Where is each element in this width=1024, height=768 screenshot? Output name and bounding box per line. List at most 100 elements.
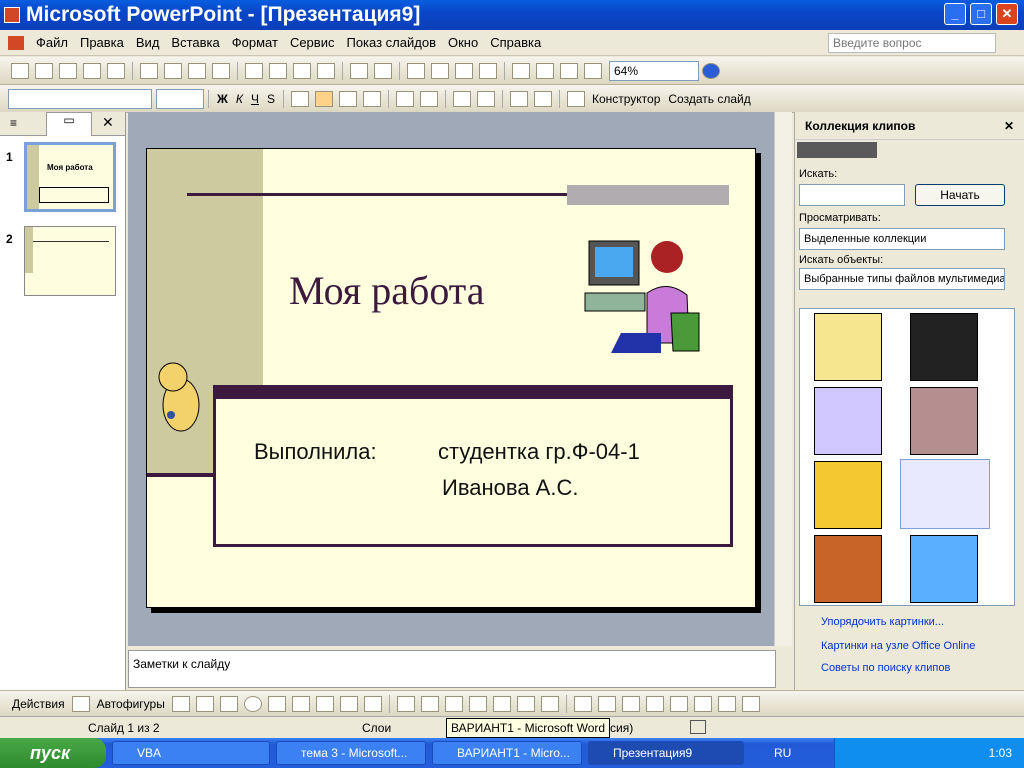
spelling-status-icon[interactable] bbox=[690, 720, 706, 734]
clipart-icon[interactable] bbox=[339, 695, 358, 712]
research-icon[interactable] bbox=[212, 62, 230, 79]
rectangle-icon[interactable] bbox=[219, 695, 238, 712]
rotate-icon[interactable] bbox=[669, 695, 688, 712]
bold-button[interactable]: Ж bbox=[217, 92, 228, 106]
crop-icon[interactable] bbox=[645, 695, 664, 712]
slides-tab-icon[interactable]: ▭ bbox=[46, 112, 92, 136]
office-online-link[interactable]: Картинки на узле Office Online bbox=[821, 640, 975, 652]
shrink-font-icon[interactable] bbox=[476, 90, 495, 107]
font-select[interactable] bbox=[8, 88, 152, 109]
oval-icon[interactable] bbox=[243, 695, 262, 712]
select-objects-icon[interactable] bbox=[71, 695, 90, 712]
designer-button[interactable]: Конструктор bbox=[592, 92, 660, 106]
taskbar-item-word2[interactable]: ВАРИАНТ1 - Micro... bbox=[432, 741, 582, 765]
preview-icon[interactable] bbox=[164, 62, 182, 79]
align-left-icon[interactable] bbox=[290, 90, 309, 107]
shadow-button[interactable]: S bbox=[267, 92, 275, 106]
menu-insert[interactable]: Вставка bbox=[171, 35, 219, 50]
hyperlink-icon[interactable] bbox=[479, 62, 497, 79]
shadow-icon[interactable] bbox=[540, 695, 559, 712]
clip-caduceus[interactable] bbox=[814, 387, 882, 455]
autoshapes-menu[interactable]: Автофигуры bbox=[97, 697, 165, 711]
menu-view[interactable]: Вид bbox=[136, 35, 160, 50]
numbering-icon[interactable] bbox=[395, 90, 414, 107]
email-icon[interactable] bbox=[107, 62, 125, 79]
save-icon[interactable] bbox=[59, 62, 77, 79]
close-icon[interactable]: ✕ bbox=[1004, 119, 1014, 133]
taskbar-item-word1[interactable]: тема 3 - Microsoft... bbox=[276, 741, 426, 765]
menu-format[interactable]: Формат bbox=[232, 35, 278, 50]
clip-idea[interactable] bbox=[910, 535, 978, 603]
ask-question-input[interactable]: Введите вопрос bbox=[828, 33, 996, 53]
fill-color-icon[interactable] bbox=[396, 695, 415, 712]
new-icon[interactable] bbox=[11, 62, 29, 79]
format-picture-icon[interactable] bbox=[717, 695, 736, 712]
subtitle-box[interactable]: Выполнила: студентка гр.Ф-04-1 Иванова А… bbox=[213, 385, 733, 547]
contrast-icon[interactable] bbox=[597, 695, 616, 712]
new-slide-button[interactable]: Создать слайд bbox=[668, 92, 750, 106]
line-style-icon[interactable] bbox=[468, 695, 487, 712]
menu-edit[interactable]: Правка bbox=[80, 35, 124, 50]
menu-help[interactable]: Справка bbox=[490, 35, 541, 50]
show-formatting-icon[interactable] bbox=[536, 62, 554, 79]
open-icon[interactable] bbox=[35, 62, 53, 79]
align-center-icon[interactable] bbox=[314, 90, 333, 107]
line-icon[interactable] bbox=[171, 695, 190, 712]
reset-picture-icon[interactable] bbox=[741, 695, 760, 712]
clip-business-woman[interactable] bbox=[910, 387, 978, 455]
increase-indent-icon[interactable] bbox=[533, 90, 552, 107]
dog-clipart[interactable] bbox=[147, 355, 211, 439]
expand-all-icon[interactable] bbox=[512, 62, 530, 79]
undo-icon[interactable] bbox=[350, 62, 368, 79]
slide-canvas[interactable]: Моя работа Выполнила: студентка гр.Ф-04-… bbox=[146, 148, 756, 608]
format-painter-icon[interactable] bbox=[317, 62, 335, 79]
font-size-select[interactable] bbox=[156, 88, 204, 109]
decrease-indent-icon[interactable] bbox=[509, 90, 528, 107]
align-right-icon[interactable] bbox=[338, 90, 357, 107]
help-icon[interactable] bbox=[702, 62, 720, 79]
objects-select[interactable]: Выбранные типы файлов мультимедиа bbox=[799, 268, 1005, 290]
line-spacing-icon[interactable] bbox=[362, 90, 381, 107]
bullets-icon[interactable] bbox=[419, 90, 438, 107]
copy-icon[interactable] bbox=[269, 62, 287, 79]
font-color-draw-icon[interactable] bbox=[444, 695, 463, 712]
close-button[interactable]: ✕ bbox=[996, 3, 1018, 25]
wordart-icon[interactable] bbox=[291, 695, 310, 712]
grid-icon[interactable] bbox=[560, 62, 578, 79]
slide-thumbnail[interactable] bbox=[24, 226, 116, 296]
nav-buttons[interactable] bbox=[797, 142, 877, 158]
arrow-icon[interactable] bbox=[195, 695, 214, 712]
slide-scrollbar[interactable] bbox=[774, 112, 792, 646]
taskbar-item-vba[interactable]: VBA bbox=[112, 741, 270, 765]
start-button[interactable]: пуск bbox=[0, 738, 106, 768]
picture-icon[interactable] bbox=[363, 695, 382, 712]
grow-font-icon[interactable] bbox=[452, 90, 471, 107]
organize-clips-link[interactable]: Упорядочить картинки... bbox=[821, 616, 944, 628]
brightness-icon[interactable] bbox=[621, 695, 640, 712]
menu-window[interactable]: Окно bbox=[448, 35, 478, 50]
picture-toolbar-icon[interactable] bbox=[573, 695, 592, 712]
underline-button[interactable]: Ч bbox=[251, 92, 259, 106]
clip-forklift[interactable] bbox=[814, 461, 882, 529]
browse-select[interactable]: Выделенные коллекции bbox=[799, 228, 1005, 250]
menu-tools[interactable]: Сервис bbox=[290, 35, 335, 50]
notes-pane[interactable]: Заметки к слайду bbox=[128, 650, 776, 688]
maximize-button[interactable]: □ bbox=[970, 3, 992, 25]
tables-borders-icon[interactable] bbox=[455, 62, 473, 79]
arrow-style-icon[interactable] bbox=[516, 695, 535, 712]
chart-icon[interactable] bbox=[407, 62, 425, 79]
computer-user-clipart[interactable] bbox=[581, 233, 705, 357]
clip-house[interactable] bbox=[910, 313, 978, 381]
taskbar-item-powerpoint[interactable]: Презентация9 bbox=[588, 741, 744, 765]
line-color-icon[interactable] bbox=[420, 695, 439, 712]
slide-thumbnail[interactable]: Моя работа bbox=[24, 142, 116, 212]
language-indicator[interactable]: RU bbox=[774, 746, 791, 760]
spelling-icon[interactable] bbox=[188, 62, 206, 79]
table-icon[interactable] bbox=[431, 62, 449, 79]
search-tips-link[interactable]: Советы по поиску клипов bbox=[821, 662, 950, 674]
clip-bus[interactable] bbox=[814, 313, 882, 381]
diagram-icon[interactable] bbox=[315, 695, 334, 712]
italic-button[interactable]: К bbox=[236, 92, 243, 106]
textbox-icon[interactable] bbox=[267, 695, 286, 712]
cut-icon[interactable] bbox=[245, 62, 263, 79]
